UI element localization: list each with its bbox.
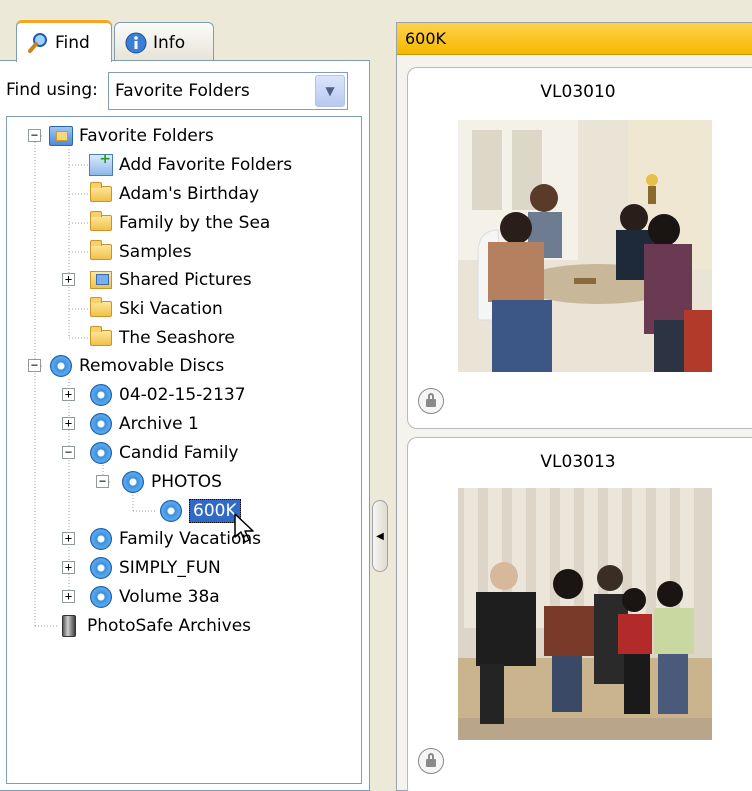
disc-icon [89,528,113,550]
family-couch-photo [458,488,712,740]
tab-find-label: Find [55,32,90,53]
disc-icon [49,355,73,377]
find-using-label: Find using: [6,80,98,100]
collapse-left-arrow-icon: ◀ [376,530,384,542]
photo-thumbnail[interactable] [458,120,712,372]
disc-icon [159,500,183,522]
tree-item-04-02-15-2137[interactable]: 04-02-15-2137 [89,381,246,409]
magnifier-icon [28,32,47,53]
tree-item-family-by-the-sea[interactable]: Family by the Sea [89,209,270,237]
tree-item-label: Add Favorite Folders [119,155,293,175]
tree-item-family-vacations[interactable]: Family Vacations [89,525,261,553]
disc-icon [89,557,113,579]
tab-info[interactable]: Info [114,22,214,62]
tree-item-label: Ski Vacation [119,299,223,319]
tree-item-favorite-folders[interactable]: Favorite Folders [49,122,214,150]
disc-icon [89,442,113,464]
tree-item-label: Volume 38a [119,587,220,607]
tree-item-label: Candid Family [119,443,239,463]
expand-volume-38a[interactable]: + [62,590,75,603]
tree-item-samples[interactable]: Samples [89,238,192,266]
photo-thumbnail[interactable] [458,488,712,740]
tree-item-removable-discs[interactable]: Removable Discs [49,352,224,380]
folder-icon [89,297,113,320]
thumbnail-panel: 600K VL03010 VL03013 [396,22,752,791]
current-folder-header: 600K [397,23,752,55]
photo-title: VL03010 [540,82,616,102]
expand-shared-pictures[interactable]: + [62,273,75,286]
collapse-removable-discs[interactable]: − [28,359,41,372]
tree-item-label: Samples [119,242,192,262]
tab-find[interactable]: Find [16,20,112,62]
shared-folder-icon [89,269,113,291]
find-using-value: Favorite Folders [115,81,250,101]
tree-item-add-favorite-folders[interactable]: Add Favorite Folders [89,151,292,179]
lock-icon[interactable] [418,388,444,414]
tree-item-label: Archive 1 [119,414,199,434]
tree-item-photosafe-archives[interactable]: PhotoSafe Archives [57,612,251,640]
collapse-photos[interactable]: − [96,475,109,488]
tree-item-600k[interactable]: 600K [159,497,241,525]
folder-icon [89,211,113,234]
expand-disc-04[interactable]: + [62,388,75,401]
dinner-table-photo [458,120,712,372]
lock-icon[interactable] [418,748,444,774]
tree-item-label: SIMPLY_FUN [119,558,221,578]
tree-item-photos[interactable]: PHOTOS [121,468,222,496]
folder-icon [89,240,113,263]
tree-item-volume-38a[interactable]: Volume 38a [89,583,220,611]
tree-item-candid-family[interactable]: Candid Family [89,439,238,467]
tree-item-shared-pictures[interactable]: Shared Pictures [89,266,252,294]
tree-item-label: Adam's Birthday [119,184,260,204]
tree-item-adams-birthday[interactable]: Adam's Birthday [89,180,259,208]
tree-item-label: Removable Discs [79,356,225,376]
safe-icon [57,615,81,637]
tree-item-label: The Seashore [119,328,235,348]
chevron-down-icon[interactable]: ▼ [315,75,345,107]
find-using-dropdown[interactable]: Favorite Folders ▼ [108,72,348,110]
add-folder-icon [89,151,113,176]
tree-item-the-seashore[interactable]: The Seashore [89,324,235,352]
tree-item-label: Favorite Folders [79,126,214,146]
disc-icon [89,413,113,435]
folder-tree: − Favorite Folders Add Favorite Folders … [6,116,362,784]
tree-item-archive-1[interactable]: Archive 1 [89,410,199,438]
photo-card[interactable]: VL03010 [407,67,752,429]
photo-title: VL03013 [540,452,616,472]
tree-item-label: PHOTOS [151,472,222,492]
collapse-favorite-folders[interactable]: − [28,129,41,142]
tree-item-label: Family by the Sea [119,213,271,233]
folder-icon [89,326,113,349]
tree-item-label: Shared Pictures [119,270,252,290]
favorite-folder-icon [49,125,73,147]
folder-icon [89,182,113,205]
disc-icon [121,471,145,493]
tree-item-label: Family Vacations [119,529,262,549]
collapse-candid-family[interactable]: − [62,446,75,459]
tree-item-ski-vacation[interactable]: Ski Vacation [89,295,223,323]
photo-card[interactable]: VL03013 [407,437,752,791]
expand-family-vacations[interactable]: + [62,532,75,545]
tab-info-label: Info [153,32,186,53]
tree-item-label: 04-02-15-2137 [119,385,246,405]
tree-item-label: PhotoSafe Archives [87,616,252,636]
tree-item-simply-fun[interactable]: SIMPLY_FUN [89,554,221,582]
info-icon [125,32,147,53]
panel-splitter-handle[interactable]: ◀ [372,500,388,572]
expand-archive-1[interactable]: + [62,417,75,430]
disc-icon [89,586,113,608]
disc-icon [89,384,113,406]
expand-simply-fun[interactable]: + [62,561,75,574]
